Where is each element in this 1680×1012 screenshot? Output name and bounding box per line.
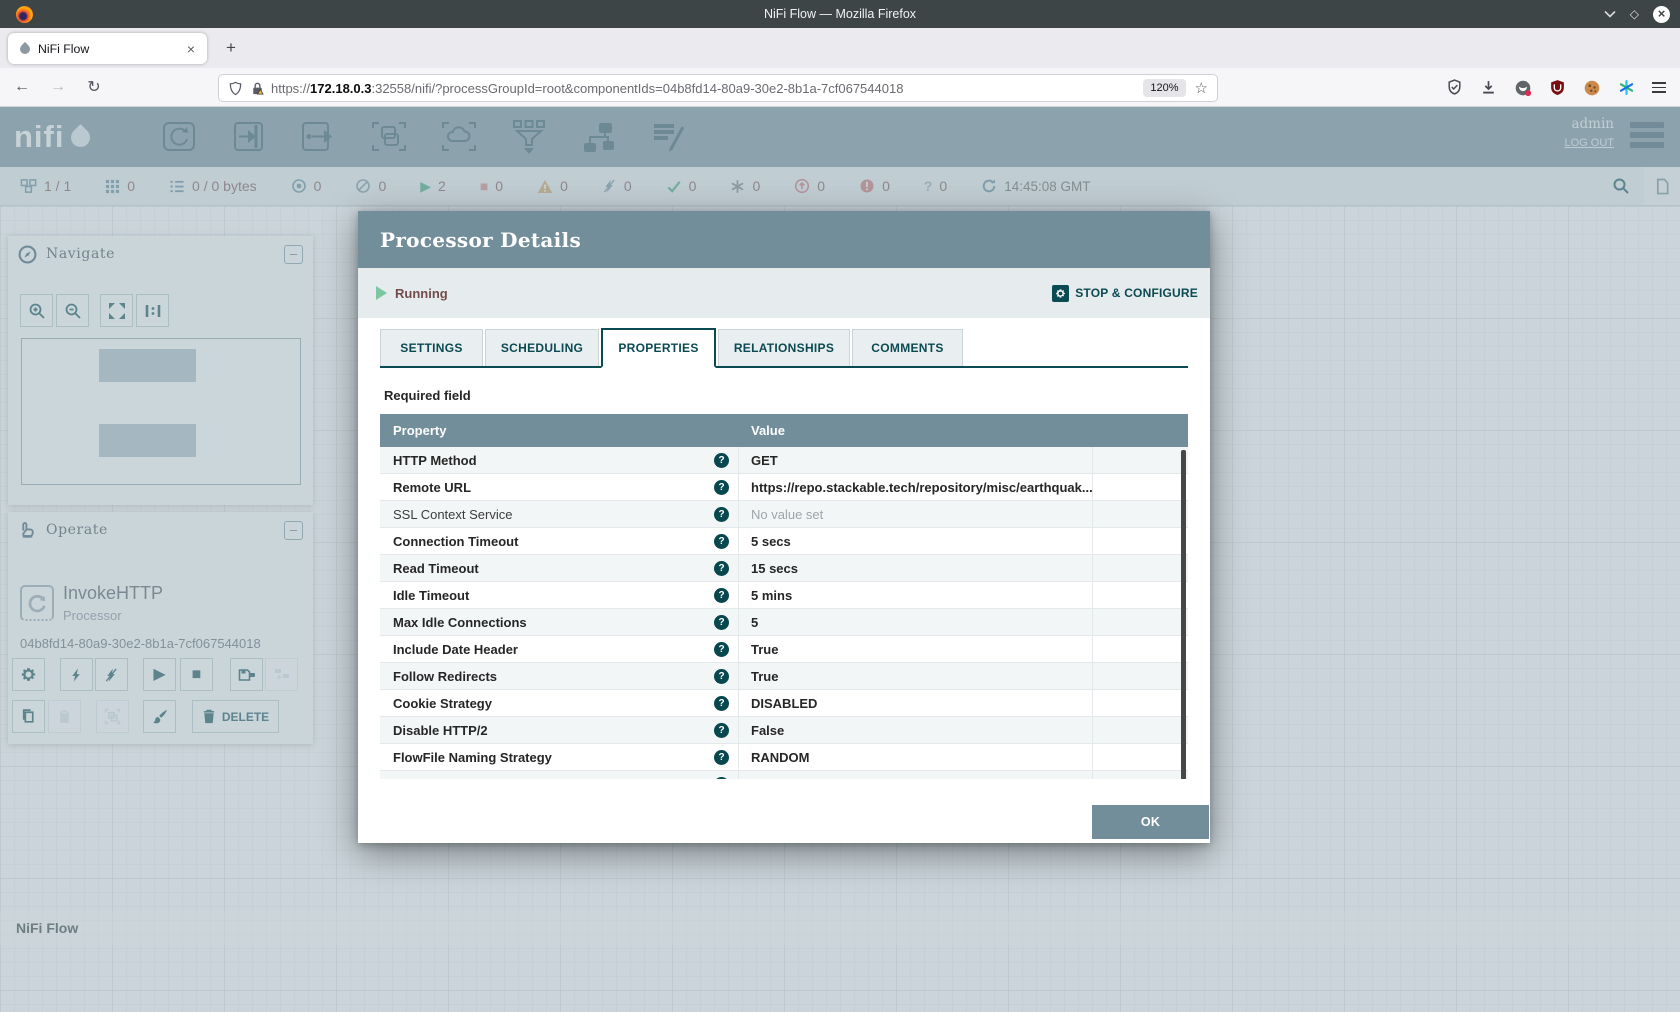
running-state-label: Running [395,286,448,301]
help-icon[interactable]: ? [714,561,729,576]
dialog-tabs: SETTINGS SCHEDULING PROPERTIES RELATIONS… [380,328,1188,368]
table-row: FlowFile Naming Strategy? RANDOM [380,744,1188,771]
stop-configure-gear-icon [1052,285,1069,302]
help-icon[interactable]: ? [714,453,729,468]
table-row: Follow Redirects? True [380,663,1188,690]
containers-extension-icon[interactable] [1514,79,1532,97]
table-row: Read Timeout? 15 secs [380,555,1188,582]
maximize-icon[interactable]: ◇ [1630,7,1639,21]
table-row: Remote URL? https://repo.stackable.tech/… [380,474,1188,501]
window-title: NiFi Flow — Mozilla Firefox [0,0,1680,28]
help-icon[interactable]: ? [714,777,729,780]
tab-close-icon[interactable]: × [183,41,199,57]
back-button[interactable]: ← [8,78,36,96]
table-row: Max Idle Connections? 5 [380,609,1188,636]
table-row: HTTP Method? GET [380,447,1188,474]
tab-scheduling[interactable]: SCHEDULING [485,329,599,366]
dialog-title: Processor Details [380,228,581,252]
running-state-icon [376,286,387,300]
help-icon[interactable]: ? [714,669,729,684]
shield-permissions-icon[interactable] [228,81,243,96]
table-row: Idle Timeout? 5 mins [380,582,1188,609]
cookie-extension-icon[interactable] [1583,79,1601,97]
help-icon[interactable]: ? [714,534,729,549]
pinwheel-extension-icon[interactable] [1618,79,1635,96]
browser-toolbar: ← → ↻ https://172.18.0.3:32558/nifi/?pro… [0,68,1680,107]
table-row-partial: Attributes to Send? No value set [380,771,1188,779]
table-row: Disable HTTP/2? False [380,717,1188,744]
url-bar[interactable]: https://172.18.0.3:32558/nifi/?processGr… [218,74,1218,102]
window-titlebar: NiFi Flow — Mozilla Firefox ◇ × [0,0,1680,28]
tab-strip: NiFi Flow × + [0,28,1680,68]
nifi-favicon-icon [18,41,32,55]
value-column-header: Value [739,423,785,438]
table-row: SSL Context Service? No value set [380,501,1188,528]
bookmark-star-icon[interactable]: ☆ [1195,79,1208,97]
menu-button[interactable] [1652,79,1666,96]
processor-details-dialog: Processor Details Running STOP & CONFIGU… [358,211,1210,843]
help-icon[interactable]: ? [714,642,729,657]
pocket-shield-icon[interactable] [1446,79,1463,96]
minimize-icon[interactable] [1604,10,1616,18]
help-icon[interactable]: ? [714,750,729,765]
new-tab-button[interactable]: + [218,36,244,62]
ok-button[interactable]: OK [1092,805,1209,839]
dialog-header: Processor Details [358,211,1210,268]
tab-properties[interactable]: PROPERTIES [601,328,716,368]
table-row: Cookie Strategy? DISABLED [380,690,1188,717]
lock-warning-icon[interactable] [250,81,265,96]
ublock-extension-icon[interactable] [1549,79,1566,96]
properties-table: Property Value HTTP Method? GET Remote U… [380,414,1188,779]
table-row: Include Date Header? True [380,636,1188,663]
help-icon[interactable]: ? [714,480,729,495]
help-icon[interactable]: ? [714,507,729,522]
table-header: Property Value [380,414,1188,447]
table-row: Connection Timeout? 5 secs [380,528,1188,555]
browser-tab[interactable]: NiFi Flow × [8,33,207,64]
table-scrollbar[interactable] [1181,450,1186,779]
help-icon[interactable]: ? [714,588,729,603]
zoom-level-badge[interactable]: 120% [1143,79,1185,97]
help-icon[interactable]: ? [714,723,729,738]
tab-title: NiFi Flow [38,42,89,56]
tab-settings[interactable]: SETTINGS [380,329,483,366]
tab-comments[interactable]: COMMENTS [852,329,963,366]
dialog-status-bar: Running STOP & CONFIGURE [358,268,1210,318]
close-window-button[interactable]: × [1653,6,1670,23]
reload-button[interactable]: ↻ [80,77,108,97]
url-text: https://172.18.0.3:32558/nifi/?processGr… [271,81,903,96]
property-column-header: Property [380,423,739,438]
downloads-icon[interactable] [1480,79,1497,96]
help-icon[interactable]: ? [714,615,729,630]
required-field-label: Required field [384,388,471,403]
forward-button[interactable]: → [44,78,72,96]
stop-and-configure-button[interactable]: STOP & CONFIGURE [1052,285,1198,302]
tab-relationships[interactable]: RELATIONSHIPS [718,329,850,366]
help-icon[interactable]: ? [714,696,729,711]
